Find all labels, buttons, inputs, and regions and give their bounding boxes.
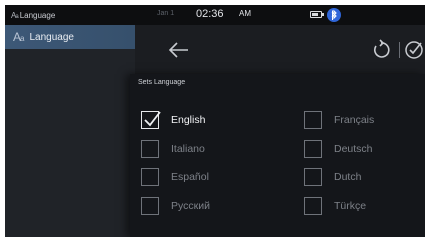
checkbox-checked[interactable] xyxy=(141,111,161,129)
language-option-italiano[interactable]: Italiano xyxy=(141,139,205,159)
language-label: Türkçe xyxy=(334,200,367,212)
checkbox[interactable] xyxy=(141,140,159,158)
language-icon: Aa xyxy=(13,30,25,44)
back-button[interactable] xyxy=(167,38,191,62)
battery-icon xyxy=(310,11,322,18)
language-label: Italiano xyxy=(171,143,205,155)
checkbox[interactable] xyxy=(304,140,322,158)
check-icon xyxy=(144,111,161,127)
battery-tip xyxy=(322,13,324,16)
sidebar-item-label: Language xyxy=(29,31,74,43)
language-label: Español xyxy=(171,171,209,183)
status-app-title: Language xyxy=(19,10,56,20)
panel-title: Sets Language xyxy=(138,79,186,86)
language-label: Deutsch xyxy=(334,143,373,155)
status-ampm: AM xyxy=(239,9,251,18)
status-bar: Aa Language Jan 1 02:36 AM xyxy=(5,5,425,25)
screen: Aa Language Jan 1 02:36 AM Aa Language S… xyxy=(5,5,425,237)
language-label: Dutch xyxy=(334,171,362,183)
undo-icon xyxy=(373,39,390,58)
language-option-francais[interactable]: Français xyxy=(304,110,374,130)
status-app: Aa Language xyxy=(11,8,55,22)
undo-button[interactable] xyxy=(370,39,392,61)
language-option-english[interactable]: English xyxy=(141,110,205,130)
checkbox[interactable] xyxy=(304,168,322,186)
sidebar-item-language[interactable]: Aa Language xyxy=(5,25,135,49)
language-icon: Aa xyxy=(11,10,19,20)
language-panel: Sets Language English Français Italiano … xyxy=(130,74,425,237)
language-option-dutch[interactable]: Dutch xyxy=(304,167,361,187)
checkbox[interactable] xyxy=(141,197,159,215)
language-option-turkce[interactable]: Türkçe xyxy=(304,196,366,216)
status-date: Jan 1 xyxy=(157,10,175,17)
checkmark-icon xyxy=(405,41,423,59)
header-divider xyxy=(399,42,400,58)
language-option-espanol[interactable]: Español xyxy=(141,167,209,187)
confirm-button[interactable] xyxy=(403,38,425,62)
language-label: Français xyxy=(334,114,375,126)
sidebar: Aa Language xyxy=(5,25,135,237)
language-label: English xyxy=(171,114,206,126)
checkbox[interactable] xyxy=(141,168,159,186)
back-arrow-icon xyxy=(168,42,188,58)
bluetooth-icon xyxy=(327,8,341,22)
checkbox[interactable] xyxy=(304,111,322,129)
language-label: Русский xyxy=(171,200,210,212)
checkbox[interactable] xyxy=(304,197,322,215)
language-option-russian[interactable]: Русский xyxy=(141,196,210,216)
header xyxy=(135,25,425,73)
language-option-deutsch[interactable]: Deutsch xyxy=(304,139,373,159)
status-time: 02:36 xyxy=(196,8,224,20)
